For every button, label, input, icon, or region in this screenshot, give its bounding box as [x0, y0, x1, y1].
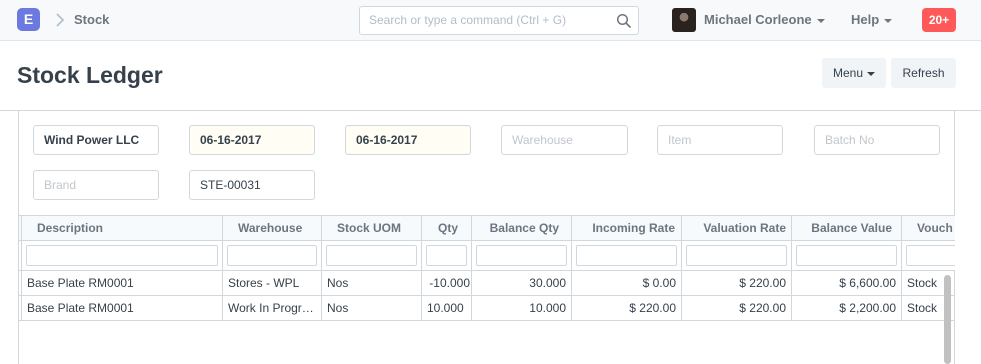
qty-filter-input[interactable]: [426, 245, 467, 266]
table-cell[interactable]: $ 0.00: [572, 271, 682, 296]
table-cell[interactable]: Nos: [322, 296, 422, 321]
user-name: Michael Corleone: [704, 12, 812, 27]
warehouse-filter-input[interactable]: [227, 245, 317, 266]
chevron-right-icon: [56, 13, 65, 27]
caret-down-icon: [867, 71, 876, 76]
menu-button[interactable]: Menu: [822, 58, 886, 88]
voucher-no-filter[interactable]: STE-00031: [189, 170, 315, 200]
table-cell[interactable]: $ 220.00: [682, 296, 792, 321]
table-cell[interactable]: 10.000: [472, 296, 572, 321]
balance-value-filter-cell: [792, 241, 902, 271]
incoming-rate-filter-input[interactable]: [576, 245, 677, 266]
avatar[interactable]: [672, 8, 696, 32]
warehouse-filter[interactable]: Warehouse: [501, 125, 628, 155]
col-voucher-type[interactable]: Vouch: [902, 215, 955, 241]
help-menu[interactable]: Help: [851, 12, 893, 27]
table-cell[interactable]: Base Plate RM0001: [22, 296, 223, 321]
col-qty[interactable]: Qty: [422, 215, 472, 241]
breadcrumb-stock[interactable]: Stock: [74, 12, 109, 27]
table-cell[interactable]: Nos: [322, 271, 422, 296]
batch-no-filter[interactable]: Batch No: [814, 125, 940, 155]
stock-ledger-grid: Description Warehouse Stock UOM Qty Bala…: [19, 215, 955, 364]
valuation-rate-filter-input[interactable]: [686, 245, 787, 266]
app-logo[interactable]: E: [17, 8, 40, 31]
search-input[interactable]: [369, 13, 609, 27]
col-valuation-rate[interactable]: Valuation Rate: [682, 215, 792, 241]
stock-uom-filter-input[interactable]: [326, 245, 417, 266]
table-cell[interactable]: $ 2,200.00: [792, 296, 902, 321]
caret-down-icon: [884, 18, 893, 23]
col-stock-uom[interactable]: Stock UOM: [322, 215, 422, 241]
page-title: Stock Ledger: [17, 62, 163, 88]
vertical-scrollbar[interactable]: [944, 275, 951, 364]
table-cell[interactable]: -10.000: [422, 271, 472, 296]
table-cell[interactable]: $ 220.00: [572, 296, 682, 321]
col-description[interactable]: Description: [22, 215, 223, 241]
brand-filter[interactable]: Brand: [33, 170, 159, 200]
incoming-rate-filter-cell: [572, 241, 682, 271]
search-icon[interactable]: [616, 13, 632, 29]
description-filter-cell: [22, 241, 223, 271]
navbar: E Stock Michael Corleone Help 20+: [0, 0, 981, 41]
table-cell[interactable]: 30.000: [472, 271, 572, 296]
balance-qty-filter-input[interactable]: [476, 245, 567, 266]
table-cell[interactable]: Stores - WPL: [223, 271, 322, 296]
table-cell[interactable]: Base Plate RM0001: [22, 271, 223, 296]
voucher-type-filter-input[interactable]: [906, 245, 955, 266]
search-box[interactable]: [359, 6, 639, 35]
stock-uom-filter-cell: [322, 241, 422, 271]
voucher-type-filter-cell: [902, 241, 955, 271]
valuation-rate-filter-cell: [682, 241, 792, 271]
warehouse-filter-cell: [223, 241, 322, 271]
table-cell[interactable]: $ 6,600.00: [792, 271, 902, 296]
col-balance-qty[interactable]: Balance Qty: [472, 215, 572, 241]
item-filter[interactable]: Item: [657, 125, 783, 155]
table-cell[interactable]: $ 220.00: [682, 271, 792, 296]
col-warehouse[interactable]: Warehouse: [223, 215, 322, 241]
to-date-filter[interactable]: 06-16-2017: [345, 125, 471, 155]
caret-down-icon: [816, 18, 825, 23]
qty-filter-cell: [422, 241, 472, 271]
col-incoming-rate[interactable]: Incoming Rate: [572, 215, 682, 241]
balance-value-filter-input[interactable]: [796, 245, 897, 266]
menu-label: Menu: [832, 66, 864, 80]
col-balance-value[interactable]: Balance Value: [792, 215, 902, 241]
notifications-badge[interactable]: 20+: [922, 8, 956, 32]
help-label: Help: [851, 12, 880, 27]
balance-qty-filter-cell: [472, 241, 572, 271]
from-date-filter[interactable]: 06-16-2017: [189, 125, 315, 155]
company-filter[interactable]: Wind Power LLC: [33, 125, 159, 155]
refresh-button[interactable]: Refresh: [891, 58, 956, 88]
table-cell[interactable]: 10.000: [422, 296, 472, 321]
table-cell[interactable]: Work In Progr…: [223, 296, 322, 321]
description-filter-input[interactable]: [26, 245, 218, 266]
user-menu[interactable]: Michael Corleone: [704, 12, 825, 27]
